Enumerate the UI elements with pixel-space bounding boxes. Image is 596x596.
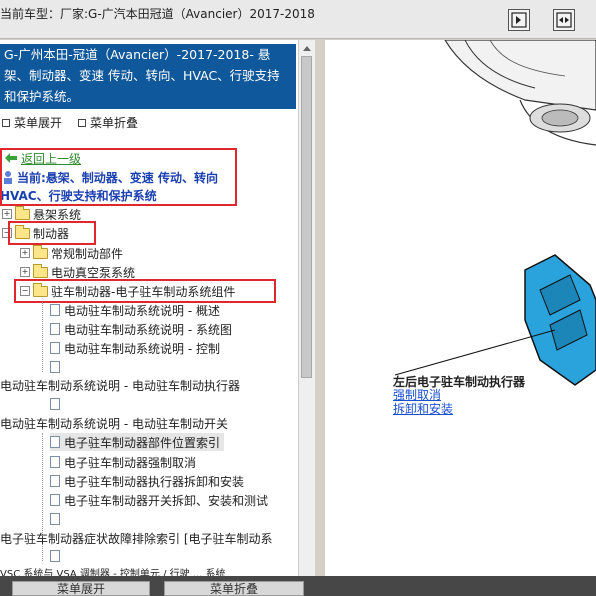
title-bar: 当前车型：厂家:G-广汽本田冠道（Avancier）2017-2018	[0, 0, 596, 39]
tree-item-forced-release[interactable]: 电子驻车制动器强制取消	[50, 453, 196, 471]
tree-item-epb-control[interactable]: 电动驻车制动系统说明 - 控制	[50, 339, 220, 357]
tree-label: 电子驻车制动器症状故障排除索引 [电子驻车制动系	[0, 531, 273, 546]
folder-icon	[33, 244, 48, 259]
tree-item-epb-actuator[interactable]: 电动驻车制动系统说明 - 电动驻车制动执行器	[0, 376, 240, 394]
document-icon	[50, 342, 60, 354]
model-header: G-广州本田-冠道（Avancier）-2017-2018- 悬架、制动器、变速…	[0, 44, 296, 109]
highlight-box-current	[0, 148, 237, 206]
vehicle-title: 当前车型：厂家:G-广汽本田冠道（Avancier）2017-2018	[0, 7, 315, 21]
document-icon	[50, 513, 60, 525]
tree-label: 电动驻车制动系统说明 - 电动驻车制动执行器	[0, 378, 240, 393]
expand-arrows-icon	[556, 12, 572, 28]
tree-label: 电子驻车制动器强制取消	[64, 455, 197, 470]
expand-plus-icon[interactable]: +	[20, 267, 30, 277]
tree-item-blank-2[interactable]	[50, 395, 64, 413]
model-header-text: G-广州本田-冠道（Avancier）-2017-2018- 悬架、制动器、变速…	[4, 47, 280, 104]
tree-item-actuator-remove[interactable]: 电子驻车制动器执行器拆卸和安装	[50, 472, 244, 490]
folder-icon	[33, 263, 48, 278]
left-scrollbar[interactable]	[298, 40, 315, 576]
tree-label: 电动驻车制动系统说明 - 系统图	[64, 322, 232, 337]
expand-view-button[interactable]	[553, 9, 575, 31]
document-icon	[50, 456, 60, 468]
split-view-icon	[511, 12, 527, 28]
tree-label: 悬架系统	[33, 207, 82, 222]
remove-install-link[interactable]: 拆卸和安装	[393, 400, 453, 417]
car-rear-illustration	[394, 40, 596, 386]
document-icon	[50, 361, 60, 373]
tree-item-blank-4[interactable]	[50, 547, 64, 565]
tree-label: 常规制动部件	[51, 246, 124, 261]
document-icon	[50, 436, 60, 448]
illustration-pane: 左后电子驻车制动执行器 强制取消 拆卸和安装	[325, 40, 596, 576]
bottom-collapse-button[interactable]: 菜单折叠	[164, 581, 304, 596]
document-icon	[50, 475, 60, 487]
highlight-box-brakes	[8, 221, 96, 245]
tree-item-blank-3[interactable]	[50, 510, 64, 528]
navigation-pane: G-广州本田-冠道（Avancier）-2017-2018- 悬架、制动器、变速…	[0, 40, 315, 576]
expand-plus-icon[interactable]: +	[2, 209, 12, 219]
tree-label: 电动驻车制动系统说明 - 控制	[64, 341, 220, 356]
scroll-up-icon[interactable]	[301, 43, 313, 53]
document-icon	[50, 398, 60, 410]
tree-item-cut-off[interactable]: VSC 系统与 VSA 调制器 - 控制单元 / 行驶 ... 系统	[0, 567, 226, 577]
tree-item-switch-remove[interactable]: 电子驻车制动器开关拆卸、安装和测试	[50, 491, 268, 509]
tree-label: 电动真空泵系统	[51, 265, 136, 280]
tree-item-symptom-index[interactable]: 电子驻车制动器症状故障排除索引 [电子驻车制动系	[0, 529, 273, 547]
collapse-square-icon	[78, 118, 87, 127]
bottom-toolbar: 菜单展开 菜单折叠	[0, 576, 596, 596]
tree-connector	[42, 302, 43, 372]
tree-label: VSC 系统与 VSA 调制器 - 控制单元 / 行驶 ... 系统	[0, 568, 226, 577]
tree-label: 电动驻车制动系统说明 - 电动驻车制动开关	[0, 416, 228, 431]
expand-plus-icon[interactable]: +	[20, 248, 30, 258]
tree-label: 电子驻车制动器执行器拆卸和安装	[64, 474, 245, 489]
menu-expand-link[interactable]: 菜单展开	[14, 114, 62, 131]
document-icon	[50, 304, 60, 316]
menu-collapse-link[interactable]: 菜单折叠	[90, 114, 138, 131]
document-icon	[50, 323, 60, 335]
bottom-expand-button[interactable]: 菜单展开	[12, 581, 150, 596]
tree-label: 电子驻车制动器开关拆卸、安装和测试	[64, 493, 269, 508]
tree-item-epb-diagram[interactable]: 电动驻车制动系统说明 - 系统图	[50, 320, 232, 338]
highlight-box-parking-brake	[14, 279, 276, 303]
tree-item-regular-brake-parts[interactable]: + 常规制动部件	[20, 244, 123, 262]
tree-label: 电子驻车制动器部件位置索引	[64, 435, 221, 450]
tree-item-epb-switch[interactable]: 电动驻车制动系统说明 - 电动驻车制动开关	[0, 414, 228, 432]
document-icon	[50, 550, 60, 562]
scroll-thumb[interactable]	[301, 56, 312, 378]
document-icon	[50, 494, 60, 506]
expand-square-icon	[2, 118, 10, 127]
tree-item-epb-overview[interactable]: 电动驻车制动系统说明 - 概述	[50, 301, 220, 319]
split-view-button[interactable]	[508, 9, 530, 31]
folder-icon	[15, 205, 30, 220]
menu-toggle-row: 菜单展开 菜单折叠	[2, 114, 138, 131]
tree-item-component-index[interactable]: 电子驻车制动器部件位置索引	[50, 433, 225, 451]
tree-item-blank-1[interactable]	[50, 358, 64, 376]
tree-label: 电动驻车制动系统说明 - 概述	[64, 303, 220, 318]
